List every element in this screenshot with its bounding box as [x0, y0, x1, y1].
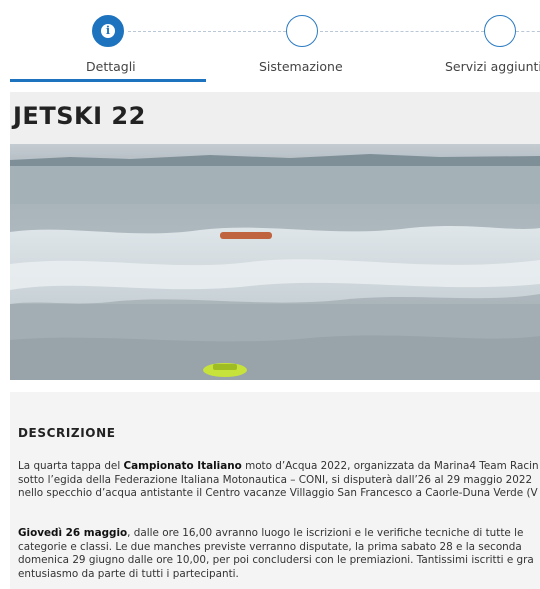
page-title: JETSKI 22	[13, 102, 146, 130]
photo-icon	[10, 144, 540, 380]
description-section: DESCRIZIONE La quarta tappa del Campiona…	[10, 392, 540, 589]
info-icon: i	[101, 24, 115, 38]
text-line: nello specchio d’acqua antistante il Cen…	[18, 487, 538, 500]
event-photo	[10, 144, 540, 380]
text-line: sotto l’egida della Federazione Italiana…	[18, 473, 533, 486]
step-connector	[128, 31, 286, 32]
text-line: categorie e classi. Le due manches previ…	[18, 540, 522, 553]
step-indicator-servizi[interactable]	[484, 15, 516, 47]
step-label-dettagli[interactable]: Dettagli	[86, 59, 136, 74]
text-line: entusiasmo da parte di tutti i partecipa…	[18, 568, 239, 581]
text-line: domenica 29 giugno dalle ore 10,00, per …	[18, 554, 534, 567]
title-band: JETSKI 22	[10, 92, 540, 144]
active-step-underline	[10, 79, 206, 82]
text-fragment: , dalle ore 16,00 avranno luogo le iscri…	[127, 527, 524, 539]
description-heading: DESCRIZIONE	[18, 426, 116, 440]
text-fragment: La quarta tappa del	[18, 460, 124, 472]
text-emphasis: Giovedì 26 maggio	[18, 527, 128, 539]
description-paragraph: Giovedì 26 maggio, dalle ore 16,00 avran…	[18, 527, 540, 582]
step-connector	[320, 31, 484, 32]
step-label-servizi[interactable]: Servizi aggiunti	[445, 59, 540, 74]
step-indicator-sistemazione[interactable]	[286, 15, 318, 47]
step-indicator-dettagli[interactable]: i	[92, 15, 124, 47]
text-fragment: moto d’Acqua 2022, organizzata da Marina…	[241, 460, 539, 472]
step-label-sistemazione[interactable]: Sistemazione	[259, 59, 343, 74]
description-paragraph: La quarta tappa del Campionato Italiano …	[18, 460, 540, 501]
step-connector	[516, 31, 540, 32]
text-emphasis: Campionato Italiano	[123, 460, 242, 472]
booking-stepper: i Dettagli Sistemazione Servizi aggiunti	[0, 0, 540, 84]
